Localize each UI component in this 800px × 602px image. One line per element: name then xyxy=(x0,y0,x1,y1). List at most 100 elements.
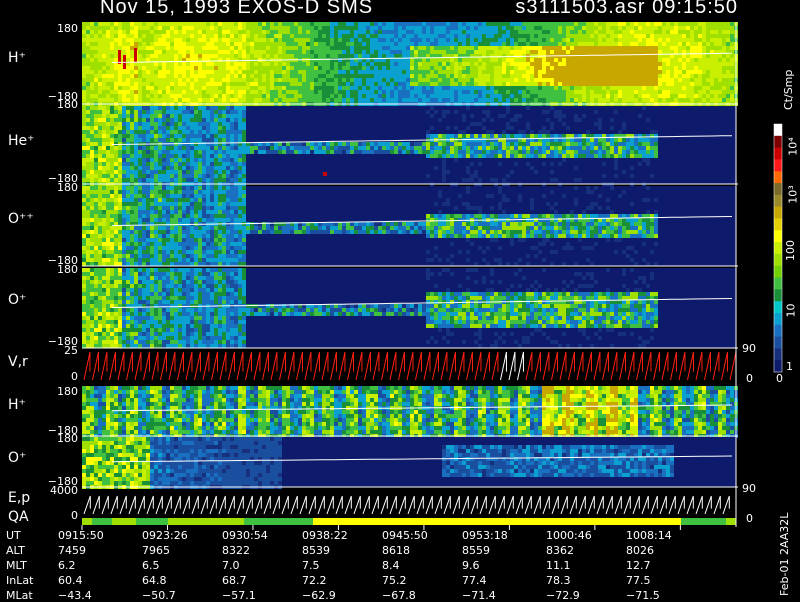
spectrogram-cell xyxy=(258,86,262,90)
spectrogram-cell xyxy=(610,70,614,74)
spectrogram-cell xyxy=(578,78,582,82)
spectrogram-cell xyxy=(698,70,702,74)
spectrogram-cell xyxy=(650,62,654,66)
spectrogram-cell xyxy=(90,38,94,42)
spectrogram-cell xyxy=(622,70,626,74)
spectrogram-cell xyxy=(354,70,358,74)
spectrogram-cell xyxy=(502,94,506,98)
spectrogram-cell xyxy=(518,70,522,74)
spectrogram-cell xyxy=(466,150,470,154)
spectrogram-cell xyxy=(90,50,94,54)
spectrogram-cell xyxy=(726,30,730,34)
spectrogram-cell xyxy=(458,58,462,62)
spectrogram-cell xyxy=(718,66,722,70)
spectrogram-cell xyxy=(262,50,266,54)
spectrogram-cell xyxy=(294,74,298,78)
spectrogram-cell xyxy=(442,86,446,90)
spectrogram-cell xyxy=(362,54,366,58)
spectrogram-cell xyxy=(626,46,630,50)
spectrogram-cell xyxy=(602,138,606,142)
spectrogram-cell xyxy=(690,22,694,26)
spectrogram-cell xyxy=(278,46,282,50)
spectrogram-cell xyxy=(394,54,398,58)
spectrogram-cell xyxy=(410,70,414,74)
spectrogram-cell xyxy=(698,42,702,46)
spectrogram-cell xyxy=(526,94,530,98)
spectrogram-cell xyxy=(386,78,390,82)
spectrogram-cell xyxy=(254,30,258,34)
spectrogram-cell xyxy=(614,34,618,38)
spectrogram-cell xyxy=(662,94,666,98)
spectrogram-cell xyxy=(102,174,106,178)
spectrogram-cell xyxy=(434,94,438,98)
spectrogram-cell xyxy=(506,90,510,94)
spectrogram-cell xyxy=(102,158,106,162)
spectrogram-cell xyxy=(358,142,362,146)
spectrogram-cell xyxy=(490,82,494,86)
spectrogram-cell xyxy=(206,42,210,46)
spectrogram-cell xyxy=(314,146,318,150)
spectrogram-cell xyxy=(478,90,482,94)
spectrogram-cell xyxy=(342,62,346,66)
spectrogram-cell xyxy=(454,126,458,130)
spectrogram-cell xyxy=(402,86,406,90)
spectrogram-cell xyxy=(214,158,218,162)
spectrogram-cell xyxy=(210,22,214,26)
spectrogram-cell xyxy=(214,54,218,58)
spectrogram-cell xyxy=(606,46,610,50)
spectrogram-cell xyxy=(90,62,94,66)
spectrogram-cell xyxy=(426,154,430,158)
spectrogram-cell xyxy=(154,46,158,50)
spectrogram-cell xyxy=(138,178,142,182)
spectrogram-cell xyxy=(126,30,130,34)
spectrogram-cell xyxy=(142,30,146,34)
spectrogram-cell xyxy=(166,30,170,34)
spectrogram-cell xyxy=(290,82,294,86)
spectrogram-cell xyxy=(482,78,486,82)
spectrogram-cell xyxy=(314,38,318,42)
spectrogram-cell xyxy=(470,82,474,86)
spectrogram-cell xyxy=(86,70,90,74)
spectrogram-cell xyxy=(370,66,374,70)
spectrogram-cell xyxy=(190,54,194,58)
spectrogram-cell xyxy=(606,42,610,46)
spectrogram-cell xyxy=(510,70,514,74)
spectrogram-cell xyxy=(330,86,334,90)
spectrogram-cell xyxy=(562,114,566,118)
spectrogram-cell xyxy=(542,82,546,86)
spectrogram-cell xyxy=(210,42,214,46)
spectrogram-cell xyxy=(710,34,714,38)
spectrogram-cell xyxy=(690,38,694,42)
spectrogram-cell xyxy=(510,86,514,90)
spectrogram-cell xyxy=(214,74,218,78)
spectrogram-cell xyxy=(278,34,282,38)
spectrogram-cell xyxy=(350,78,354,82)
spectrogram-cell xyxy=(146,90,150,94)
spectrogram-cell xyxy=(86,50,90,54)
spectrogram-cell xyxy=(206,98,210,102)
spectrogram-cell xyxy=(222,174,226,178)
spectrogram-cell xyxy=(670,30,674,34)
spectrogram-cell xyxy=(82,54,86,58)
spectrogram-cell xyxy=(342,22,346,26)
spectrogram-cell xyxy=(630,34,634,38)
spectrogram-cell xyxy=(574,70,578,74)
spectrogram-cell xyxy=(454,34,458,38)
spectrogram-cell xyxy=(514,46,518,50)
spectrogram-cell xyxy=(230,138,234,142)
spectrogram-cell xyxy=(702,46,706,50)
spectrogram-cell xyxy=(222,50,226,54)
spectrogram-cell xyxy=(142,26,146,30)
spectrogram-cell xyxy=(530,42,534,46)
spectrogram-cell xyxy=(86,30,90,34)
spectrogram-cell xyxy=(554,150,558,154)
spectrogram-cell xyxy=(210,74,214,78)
spectrogram-cell xyxy=(498,114,502,118)
spectrogram-cell xyxy=(578,82,582,86)
spectrogram-cell xyxy=(278,98,282,102)
spectrogram-cell xyxy=(178,50,182,54)
spectrogram-cell xyxy=(466,106,470,110)
spectrogram-cell xyxy=(562,38,566,42)
spectrogram-cell xyxy=(358,94,362,98)
spectrogram-cell xyxy=(126,118,130,122)
